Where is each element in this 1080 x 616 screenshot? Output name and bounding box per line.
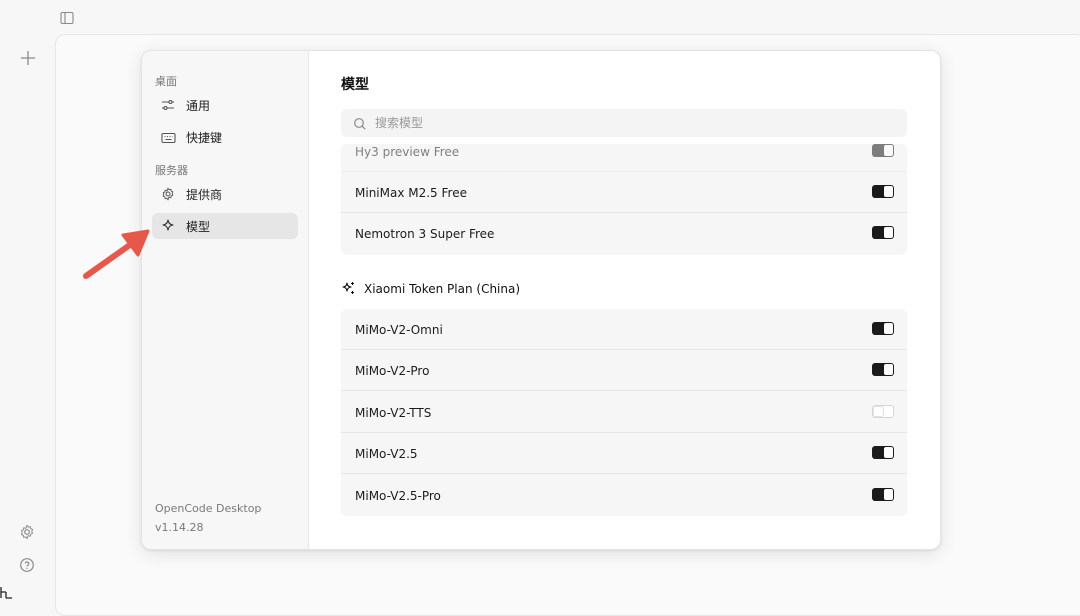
- model-name: Hy3 preview Free: [355, 144, 460, 159]
- model-name: MiMo-V2-TTS: [355, 405, 432, 420]
- model-name: Nemotron 3 Super Free: [355, 226, 495, 241]
- model-row: Hy3 preview Free: [341, 144, 907, 172]
- section-heading-desktop: 桌面: [155, 75, 177, 88]
- model-toggle[interactable]: [872, 405, 894, 418]
- search-box: [341, 109, 907, 137]
- model-group-card: Hy3 preview Free MiniMax M2.5 Free Nemot…: [341, 144, 907, 255]
- sliders-icon: [160, 97, 176, 113]
- model-row: MiMo-V2-Omni: [341, 309, 907, 350]
- sidebar-item-models[interactable]: 模型: [152, 213, 298, 239]
- settings-dialog: 桌面 通用 快捷键 服务器 提供商 模型 OpenCode Desktop v1…: [141, 50, 941, 550]
- model-row: MiMo-V2.5-Pro: [341, 475, 907, 516]
- app-version: v1.14.28: [155, 521, 204, 534]
- new-session-icon[interactable]: [19, 49, 37, 67]
- model-toggle[interactable]: [872, 363, 894, 376]
- model-name: MiMo-V2-Omni: [355, 322, 443, 337]
- sidebar-item-label: 快捷键: [186, 130, 223, 145]
- section-heading-server: 服务器: [155, 164, 188, 177]
- model-row: MiMo-V2.5: [341, 433, 907, 474]
- model-row: MiniMax M2.5 Free: [341, 172, 907, 213]
- gear-icon: [160, 186, 176, 202]
- sidebar-item-general[interactable]: 通用: [152, 92, 298, 118]
- page-title: 模型: [341, 77, 369, 93]
- model-toggle[interactable]: [872, 185, 894, 198]
- cursor-icon: [0, 587, 12, 599]
- settings-sidebar: 桌面 通用 快捷键 服务器 提供商 模型 OpenCode Desktop v1…: [142, 51, 309, 549]
- app-rail: [0, 0, 56, 599]
- sidebar-toggle-icon[interactable]: [60, 10, 76, 26]
- model-toggle[interactable]: [872, 144, 894, 157]
- keyboard-icon: [160, 129, 176, 145]
- model-name: MiMo-V2.5-Pro: [355, 488, 441, 503]
- model-toggle[interactable]: [872, 226, 894, 239]
- model-toggle[interactable]: [872, 322, 894, 335]
- model-name: MiMo-V2.5: [355, 446, 418, 461]
- sidebar-item-providers[interactable]: 提供商: [152, 181, 298, 207]
- sidebar-item-shortcuts[interactable]: 快捷键: [152, 124, 298, 150]
- sidebar-item-label: 通用: [186, 98, 211, 113]
- model-name: MiniMax M2.5 Free: [355, 185, 467, 200]
- annotation-arrow-icon: [83, 229, 150, 279]
- model-toggle[interactable]: [872, 446, 894, 459]
- models-panel: 模型 Hy3 preview Free MiniMax M2.5 Free Ne…: [309, 51, 940, 549]
- search-input[interactable]: [375, 116, 875, 130]
- app-name: OpenCode Desktop: [155, 502, 262, 515]
- search-icon: [353, 116, 367, 130]
- help-icon[interactable]: [18, 556, 36, 574]
- model-group-card: MiMo-V2-Omni MiMo-V2-Pro MiMo-V2-TTS MiM…: [341, 309, 907, 516]
- model-row: Nemotron 3 Super Free: [341, 213, 907, 254]
- sidebar-item-label: 提供商: [186, 187, 223, 202]
- sidebar-item-label: 模型: [186, 219, 211, 234]
- model-row: MiMo-V2-TTS: [341, 392, 907, 433]
- sparkle-icon: [160, 218, 176, 234]
- provider-group-title: Xiaomi Token Plan (China): [341, 281, 520, 296]
- model-row: MiMo-V2-Pro: [341, 350, 907, 391]
- settings-gear-icon[interactable]: [18, 523, 36, 541]
- model-name: MiMo-V2-Pro: [355, 363, 430, 378]
- model-toggle[interactable]: [872, 488, 894, 501]
- provider-group-label: Xiaomi Token Plan (China): [364, 281, 521, 296]
- sparkles-icon: [341, 281, 356, 296]
